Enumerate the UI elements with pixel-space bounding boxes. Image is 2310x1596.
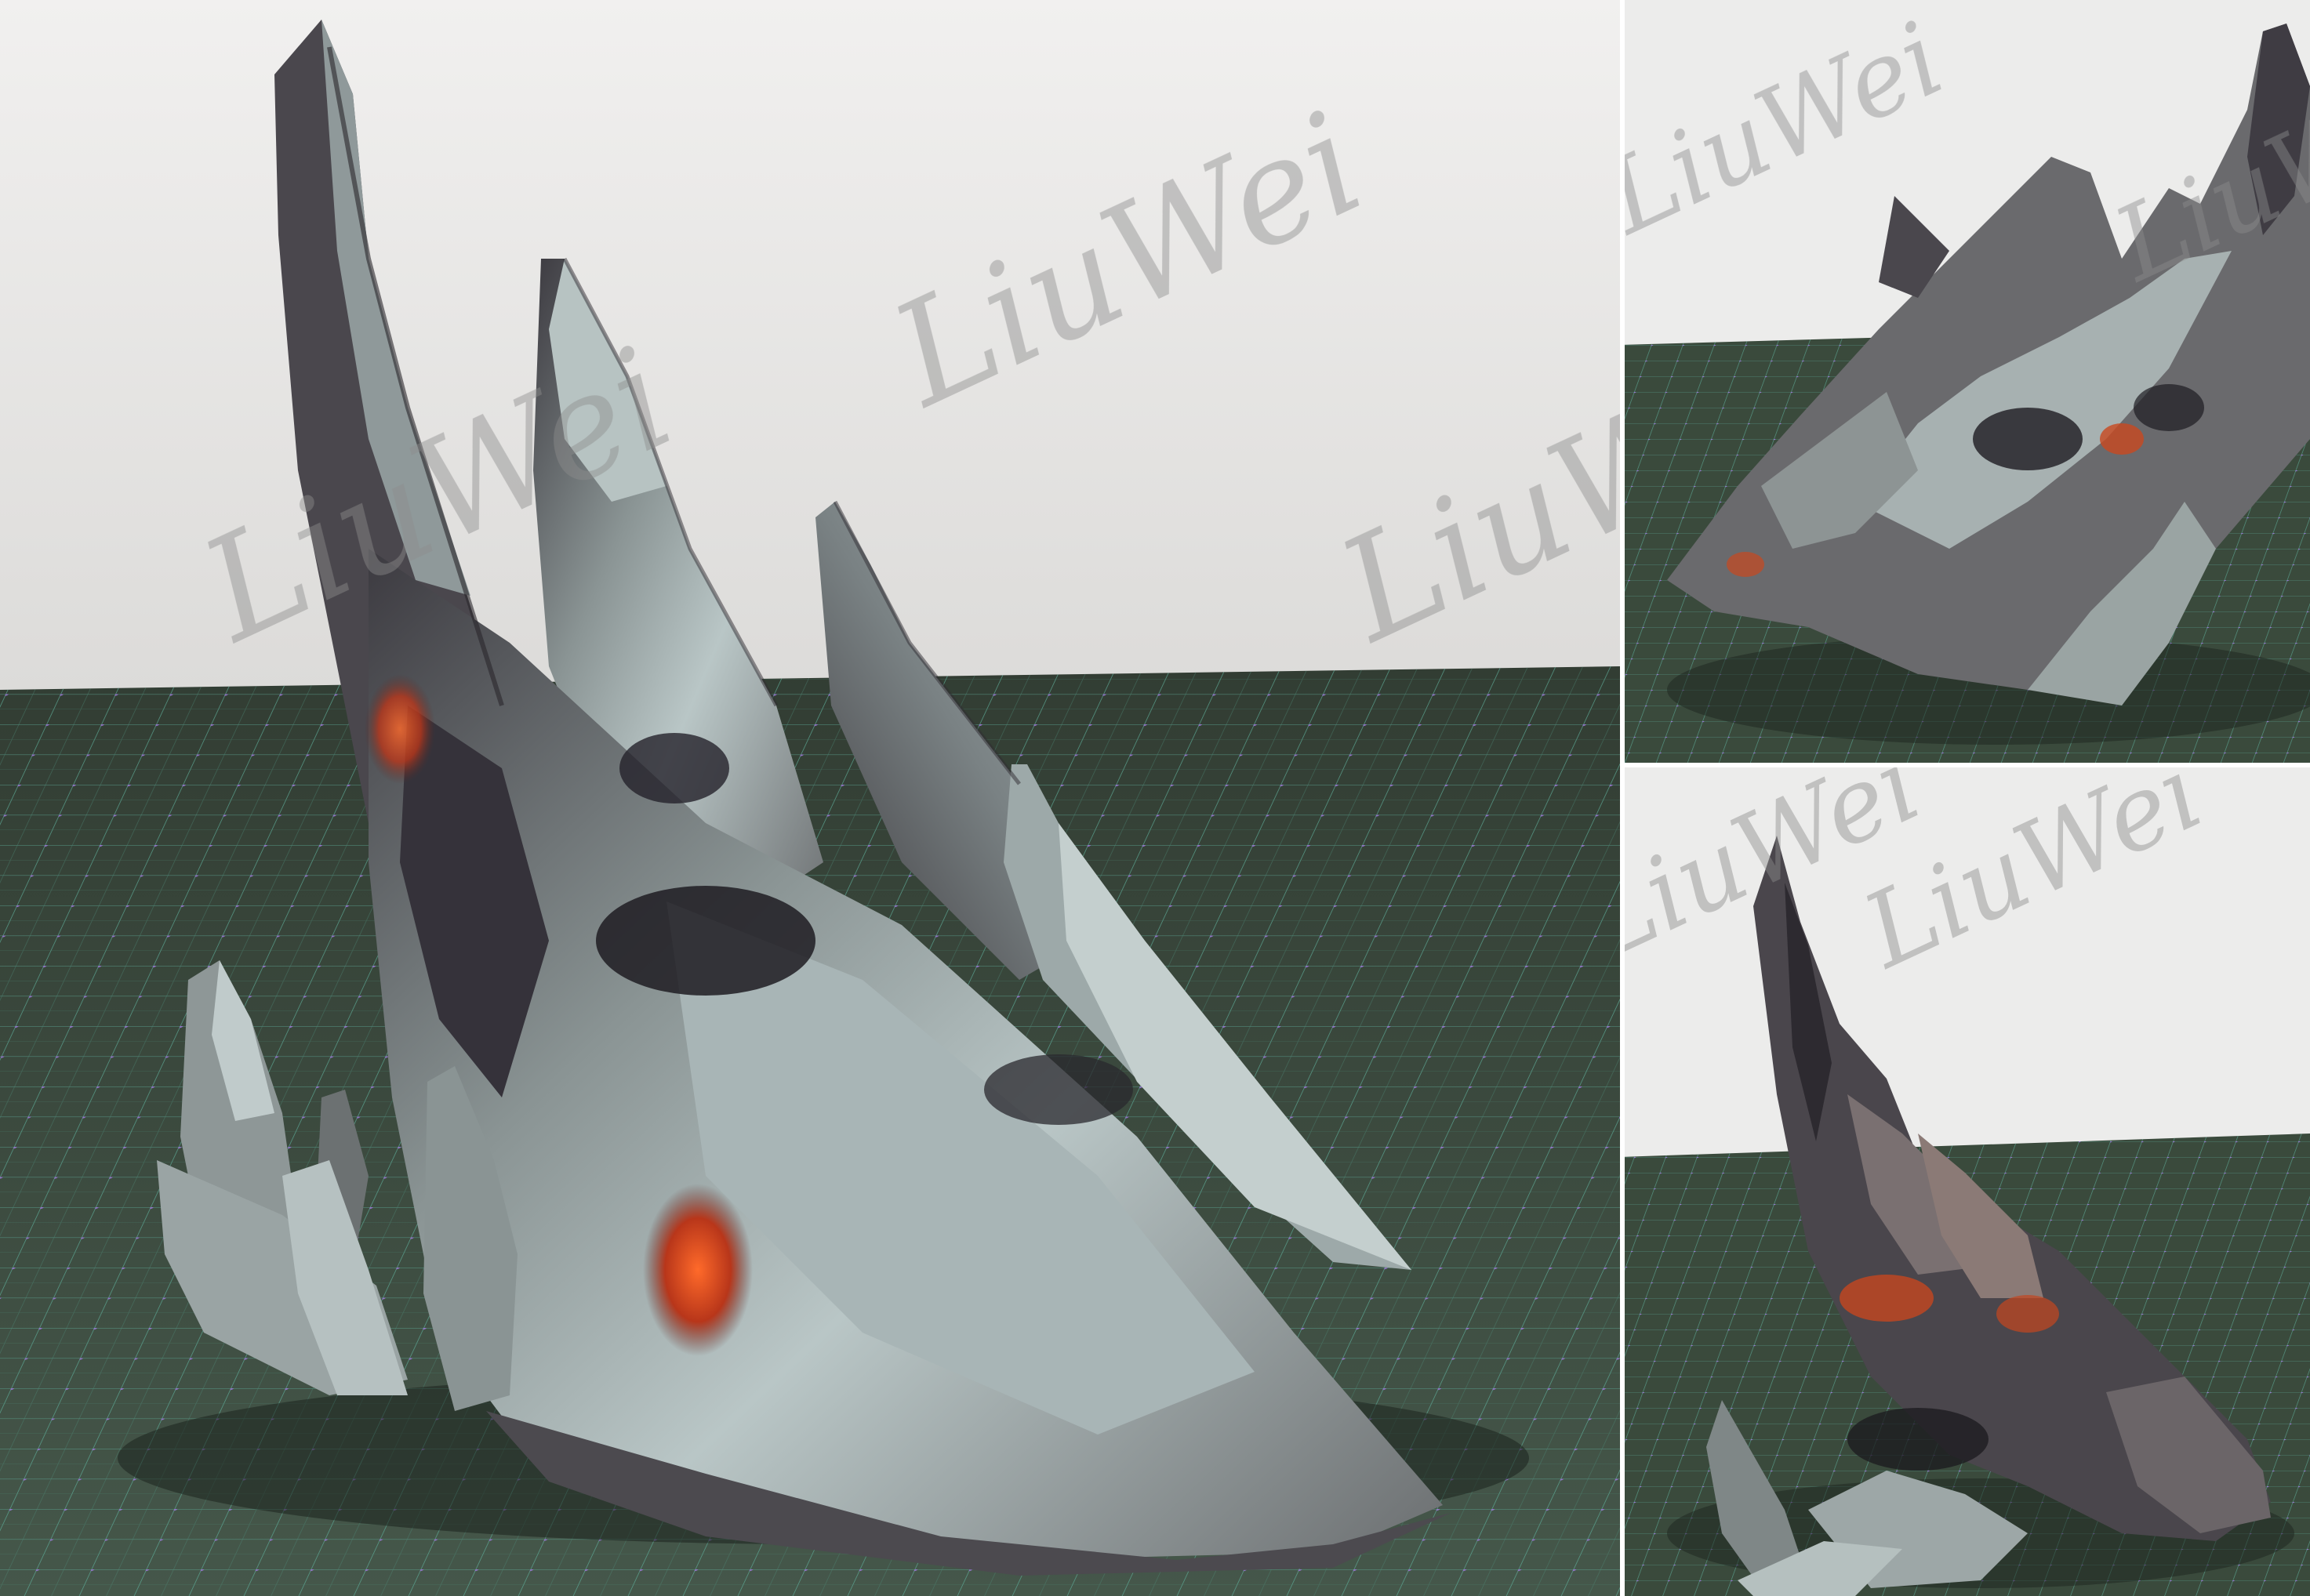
top-right-view-panel: LiuWei LiuWei: [1620, 0, 2310, 765]
bottom-right-render: LiuWei LiuWei: [1620, 765, 2310, 1596]
main-view-panel: LiuWei LiuWei LiuWei: [0, 0, 1620, 1596]
top-right-render: LiuWei LiuWei: [1620, 0, 2310, 765]
panel-divider-vertical: [1620, 0, 1625, 1596]
main-render: LiuWei LiuWei LiuWei: [0, 0, 1620, 1596]
bottom-right-view-panel: LiuWei LiuWei: [1620, 765, 2310, 1596]
panel-divider-horizontal: [1620, 763, 2310, 767]
